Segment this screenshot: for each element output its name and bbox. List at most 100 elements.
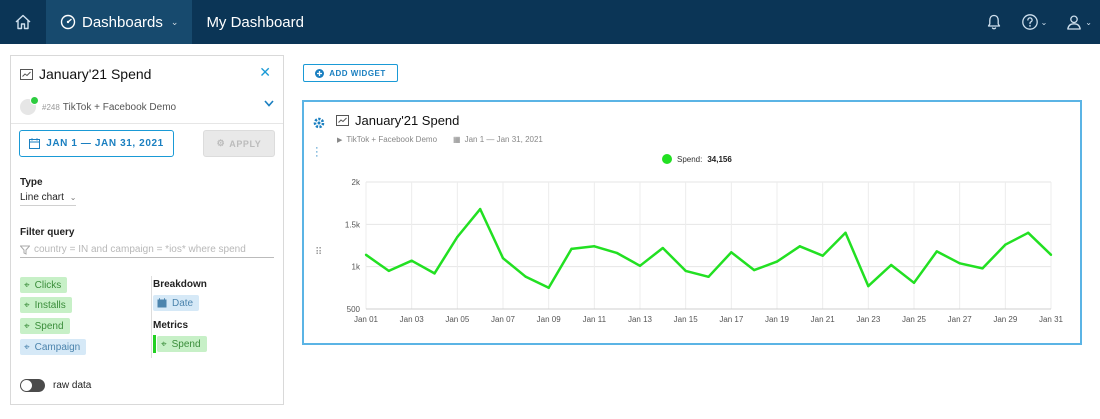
- chevron-down-icon: ⌄: [170, 16, 179, 27]
- data-point[interactable]: [615, 251, 619, 255]
- bell-icon: [987, 14, 1000, 30]
- user-menu-button[interactable]: ⌄: [1065, 13, 1092, 31]
- data-point[interactable]: [501, 257, 505, 260]
- data-point[interactable]: [1049, 253, 1053, 257]
- filter-query-input[interactable]: country = IN and campaign = *ios* where …: [20, 242, 274, 258]
- x-tick-label: Jan 03: [400, 315, 425, 324]
- dashboards-label: Dashboards: [82, 13, 163, 31]
- data-source-selector[interactable]: #248 TikTok + Facebook Demo: [20, 96, 276, 118]
- breakdown-chip-label: Date: [172, 297, 194, 309]
- data-point[interactable]: [821, 254, 824, 257]
- data-point[interactable]: [958, 262, 961, 265]
- field-chip-spend[interactable]: ⌖ Spend: [20, 318, 70, 334]
- crosshair-icon: ⌖: [24, 320, 30, 332]
- close-icon[interactable]: ✕: [259, 64, 271, 81]
- data-point[interactable]: [844, 231, 847, 234]
- data-point[interactable]: [478, 207, 482, 211]
- chart-widget[interactable]: · · · ⠿ January'21 Spend ▶ TikTok + Facebo…: [302, 100, 1082, 345]
- data-point[interactable]: [661, 246, 665, 250]
- x-tick-label: Jan 31: [1039, 315, 1064, 324]
- field-chip-clicks[interactable]: ⌖ Clicks: [20, 277, 68, 293]
- home-icon: [15, 14, 31, 30]
- source-id: #248: [42, 102, 60, 112]
- data-point[interactable]: [889, 263, 893, 267]
- top-nav-bar: Dashboards ⌄ My Dashboard ⌄ ⌄: [0, 0, 1100, 44]
- field-chip-installs[interactable]: ⌖ Installs: [20, 297, 72, 313]
- crosshair-icon: ⌖: [24, 341, 30, 353]
- series-color-indicator: [153, 335, 156, 353]
- plus-circle-icon: [315, 68, 325, 78]
- data-point[interactable]: [935, 250, 939, 253]
- crosshair-icon: ⌖: [161, 338, 167, 350]
- data-point[interactable]: [387, 269, 391, 273]
- x-tick-label: Jan 05: [445, 315, 470, 324]
- filter-query-label: Filter query: [20, 227, 75, 238]
- data-point[interactable]: [364, 253, 368, 257]
- field-chip-label: Clicks: [34, 279, 62, 291]
- metric-chip-spend[interactable]: ⌖ Spend: [157, 336, 207, 352]
- status-dot: [30, 96, 39, 105]
- page-title: My Dashboard: [206, 13, 304, 31]
- data-point[interactable]: [981, 267, 984, 270]
- data-point[interactable]: [524, 275, 528, 279]
- gear-icon: ⚙: [216, 138, 226, 148]
- type-label: Type: [20, 177, 43, 188]
- data-point[interactable]: [638, 264, 642, 268]
- chevron-down-icon: ⌄: [1085, 17, 1092, 27]
- chevron-down-icon[interactable]: [264, 99, 274, 110]
- data-point[interactable]: [775, 260, 779, 263]
- help-menu-button[interactable]: ⌄: [1021, 13, 1047, 31]
- data-point[interactable]: [456, 235, 459, 239]
- x-tick-label: Jan 17: [719, 315, 744, 324]
- calendar-icon: [157, 298, 167, 308]
- raw-data-toggle-row: raw data: [20, 379, 91, 392]
- field-chip-label: Campaign: [34, 341, 81, 353]
- apply-label: APPLY: [229, 138, 262, 149]
- data-point[interactable]: [684, 269, 687, 273]
- y-tick-label: 1k: [352, 263, 361, 272]
- x-tick-label: Jan 01: [354, 315, 379, 324]
- crosshair-icon: ⌖: [24, 279, 30, 291]
- data-point[interactable]: [593, 245, 596, 248]
- raw-data-toggle[interactable]: [20, 379, 45, 392]
- help-icon: [1021, 14, 1038, 30]
- data-point[interactable]: [1004, 243, 1007, 246]
- data-point[interactable]: [867, 284, 870, 288]
- x-tick-label: Jan 13: [628, 315, 653, 324]
- line-chart-icon: [20, 68, 33, 80]
- chart-type-select[interactable]: Line chart ⌄: [20, 192, 77, 206]
- calendar-icon: [29, 138, 41, 149]
- notifications-button[interactable]: [985, 13, 1003, 31]
- x-tick-label: Jan 29: [993, 315, 1018, 324]
- filter-query-placeholder: country = IN and campaign = *ios* where …: [34, 244, 246, 255]
- home-button[interactable]: [0, 0, 46, 44]
- metrics-label: Metrics: [153, 320, 189, 331]
- data-point[interactable]: [752, 268, 756, 272]
- gauge-icon: [60, 14, 76, 30]
- chart-series: [364, 207, 1053, 290]
- field-chip-campaign[interactable]: ⌖ Campaign: [20, 339, 87, 355]
- data-point[interactable]: [798, 245, 802, 248]
- data-point[interactable]: [433, 272, 436, 275]
- apply-button[interactable]: ⚙ APPLY: [203, 130, 275, 157]
- data-point[interactable]: [410, 259, 413, 262]
- panel-title: January'21 Spend: [39, 66, 152, 82]
- field-chip-label: Spend: [34, 320, 64, 332]
- data-point[interactable]: [912, 281, 916, 284]
- date-range-button[interactable]: JAN 1 — JAN 31, 2021: [19, 130, 174, 157]
- toggle-knob: [21, 380, 32, 391]
- breakdown-label: Breakdown: [153, 279, 207, 290]
- x-tick-label: Jan 11: [583, 315, 607, 324]
- data-point[interactable]: [707, 275, 710, 279]
- data-point[interactable]: [1026, 231, 1030, 234]
- breakdown-chip-date[interactable]: Date: [153, 295, 200, 311]
- chevron-down-icon: ⌄: [69, 193, 77, 202]
- x-tick-label: Jan 25: [902, 315, 927, 324]
- nav-actions: ⌄ ⌄: [985, 0, 1092, 44]
- data-point[interactable]: [730, 251, 733, 254]
- add-widget-button[interactable]: ADD WIDGET: [303, 64, 398, 82]
- data-point[interactable]: [570, 247, 573, 251]
- dashboards-menu[interactable]: Dashboards ⌄: [46, 0, 193, 44]
- x-tick-label: Jan 23: [856, 315, 881, 324]
- data-point[interactable]: [547, 286, 550, 290]
